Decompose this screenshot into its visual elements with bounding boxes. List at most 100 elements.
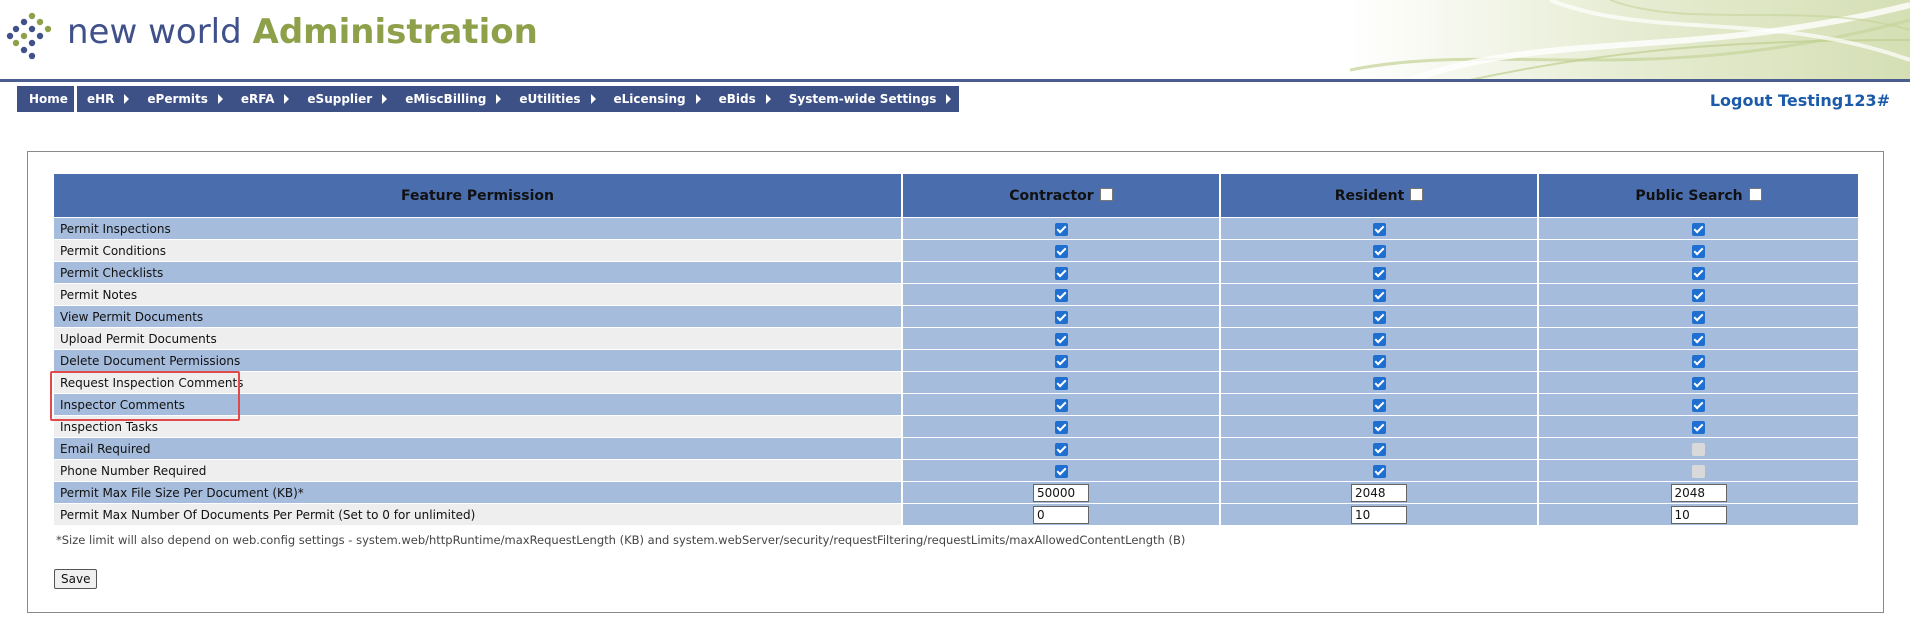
- permission-cell-contractor: [902, 437, 1221, 460]
- permission-checkbox[interactable]: [1054, 420, 1068, 434]
- table-body: Permit Inspections Permit Conditions Permi…: [54, 217, 1858, 525]
- permission-checkbox[interactable]: [1692, 266, 1705, 280]
- permission-cell-public-search: [1538, 327, 1858, 350]
- select-all-public-search-checkbox[interactable]: [1748, 188, 1762, 201]
- nav-item-ehr[interactable]: eHR: [77, 86, 137, 112]
- header-swirl-graphic: [1350, 0, 1910, 80]
- permission-checkbox[interactable]: [1054, 310, 1068, 324]
- permission-checkbox[interactable]: [1372, 244, 1386, 258]
- limit-input-public-search[interactable]: [1670, 505, 1727, 524]
- limit-input-public-search[interactable]: [1670, 483, 1727, 502]
- nav-item-ebids[interactable]: eBids: [709, 86, 779, 112]
- feature-label: Request Inspection Comments: [54, 371, 903, 394]
- permission-checkbox[interactable]: [1372, 222, 1386, 236]
- permission-checkbox[interactable]: [1054, 376, 1068, 390]
- permission-checkbox[interactable]: [1054, 398, 1068, 412]
- caret-right-icon: [382, 94, 388, 104]
- limit-cell-contractor: [902, 481, 1221, 504]
- select-all-contractor-checkbox[interactable]: [1099, 188, 1113, 201]
- header-resident: Resident: [1220, 174, 1539, 218]
- permission-cell-resident: [1220, 305, 1539, 328]
- header-label: Feature Permission: [401, 187, 554, 204]
- main-nav: Home eHR ePermits eRFA eSupplier eMiscBi…: [17, 86, 960, 112]
- header-label: Public Search: [1635, 187, 1743, 204]
- permission-cell-resident: [1220, 459, 1539, 482]
- permission-cell-public-search: [1538, 349, 1858, 372]
- permission-checkbox[interactable]: [1054, 244, 1068, 258]
- permission-checkbox[interactable]: [1054, 222, 1068, 236]
- nav-item-emiscbilling[interactable]: eMiscBilling: [395, 86, 509, 112]
- header-contractor: Contractor: [902, 174, 1221, 218]
- permission-checkbox[interactable]: [1372, 376, 1386, 390]
- permission-cell-resident: [1220, 393, 1539, 416]
- table-row: Upload Permit Documents: [54, 327, 1858, 350]
- permission-cell-resident: [1220, 437, 1539, 460]
- feature-label: Permit Checklists: [54, 261, 903, 284]
- nav-item-esupplier[interactable]: eSupplier: [297, 86, 395, 112]
- table-row: Permit Conditions: [54, 239, 1858, 262]
- feature-label: Permit Notes: [54, 283, 903, 306]
- limit-input-contractor[interactable]: [1033, 505, 1089, 524]
- limit-cell-resident: [1220, 481, 1539, 504]
- caret-right-icon: [496, 94, 502, 104]
- permission-checkbox[interactable]: [1692, 398, 1705, 412]
- permission-checkbox[interactable]: [1372, 332, 1386, 346]
- permission-checkbox: [1692, 442, 1705, 456]
- caret-right-icon: [124, 94, 130, 104]
- permission-cell-public-search: [1538, 437, 1858, 460]
- permission-checkbox[interactable]: [1372, 464, 1386, 478]
- permission-checkbox[interactable]: [1054, 266, 1068, 280]
- permission-checkbox[interactable]: [1372, 420, 1386, 434]
- select-all-resident-checkbox[interactable]: [1410, 188, 1424, 201]
- permission-cell-resident: [1220, 239, 1539, 262]
- nav-item-system-wide-settings[interactable]: System-wide Settings: [779, 86, 960, 112]
- permission-cell-contractor: [902, 459, 1221, 482]
- permission-checkbox[interactable]: [1372, 266, 1386, 280]
- permission-checkbox[interactable]: [1692, 420, 1705, 434]
- save-button[interactable]: Save: [54, 569, 98, 589]
- limit-cell-contractor: [902, 503, 1221, 525]
- limit-input-resident[interactable]: [1351, 483, 1407, 502]
- permissions-table: Feature Permission Contractor Resident P…: [54, 174, 1858, 525]
- nav-item-erfa[interactable]: eRFA: [231, 86, 298, 112]
- logout-link[interactable]: Logout Testing123#: [1710, 91, 1890, 110]
- limit-input-resident[interactable]: [1351, 505, 1407, 524]
- limit-input-contractor[interactable]: [1033, 483, 1089, 502]
- permission-cell-contractor: [902, 415, 1221, 438]
- table-row: Delete Document Permissions: [54, 349, 1858, 372]
- permission-checkbox[interactable]: [1372, 442, 1386, 456]
- permission-checkbox[interactable]: [1692, 354, 1705, 368]
- permission-checkbox[interactable]: [1054, 288, 1068, 302]
- nav-item-label: eUtilities: [519, 92, 581, 106]
- feature-label: Permit Max File Size Per Document (KB)*: [54, 481, 903, 504]
- nav-item-epermits[interactable]: ePermits: [137, 86, 231, 112]
- permission-checkbox[interactable]: [1372, 398, 1386, 412]
- feature-label: Upload Permit Documents: [54, 327, 903, 350]
- table-row: Request Inspection Comments: [54, 371, 1858, 394]
- permission-checkbox[interactable]: [1054, 332, 1068, 346]
- header-label: Contractor: [1009, 187, 1094, 204]
- permission-checkbox[interactable]: [1372, 288, 1386, 302]
- permission-checkbox[interactable]: [1692, 222, 1705, 236]
- permission-checkbox[interactable]: [1692, 332, 1705, 346]
- permission-checkbox[interactable]: [1692, 244, 1705, 258]
- permission-checkbox[interactable]: [1372, 310, 1386, 324]
- nav-item-eutilities[interactable]: eUtilities: [509, 86, 603, 112]
- nav-item-elicensing[interactable]: eLicensing: [604, 86, 709, 112]
- feature-label: Permit Inspections: [54, 217, 903, 240]
- permission-cell-resident: [1220, 217, 1539, 240]
- header-feature-permission: Feature Permission: [54, 174, 903, 218]
- caret-right-icon: [765, 94, 771, 104]
- permission-cell-public-search: [1538, 261, 1858, 284]
- header-public-search: Public Search: [1538, 174, 1858, 218]
- permission-checkbox[interactable]: [1692, 376, 1705, 390]
- nav-home[interactable]: Home: [17, 86, 74, 112]
- permission-checkbox[interactable]: [1692, 288, 1705, 302]
- permission-checkbox[interactable]: [1372, 354, 1386, 368]
- permission-checkbox[interactable]: [1054, 442, 1068, 456]
- permission-checkbox[interactable]: [1054, 464, 1068, 478]
- permission-checkbox[interactable]: [1692, 310, 1705, 324]
- table-row: Inspection Tasks: [54, 415, 1858, 438]
- permission-checkbox[interactable]: [1054, 354, 1068, 368]
- permission-cell-public-search: [1538, 459, 1858, 482]
